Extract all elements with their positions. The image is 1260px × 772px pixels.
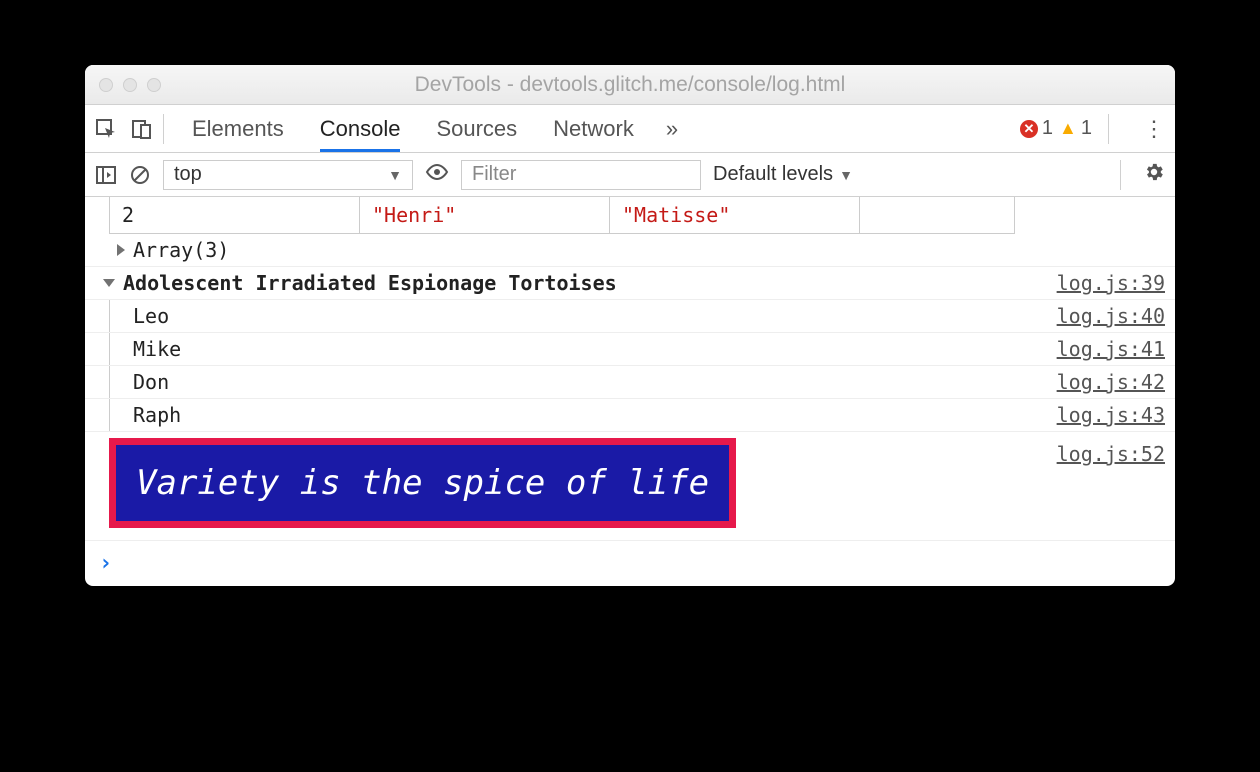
source-link[interactable]: log.js:52: [1057, 442, 1165, 466]
settings-menu-icon[interactable]: ⋮: [1143, 116, 1165, 142]
devtools-tabbar: Elements Console Sources Network » ✕ 1 ▲…: [85, 105, 1175, 153]
expand-arrow-icon[interactable]: [117, 244, 125, 256]
devtools-window: DevTools - devtools.glitch.me/console/lo…: [85, 65, 1175, 586]
array-label: Array(3): [133, 238, 229, 262]
toolbar-left: [95, 118, 153, 140]
tab-network[interactable]: Network: [553, 116, 634, 142]
group-title: Adolescent Irradiated Espionage Tortoise…: [123, 271, 617, 295]
more-tabs-icon[interactable]: »: [666, 116, 678, 142]
collapse-arrow-icon[interactable]: [103, 279, 115, 287]
live-expression-icon[interactable]: [425, 163, 449, 187]
divider: [1108, 114, 1109, 144]
console-output: 2 "Henri" "Matisse" Array(3) Adolescent …: [85, 197, 1175, 586]
toggle-sidebar-icon[interactable]: [95, 164, 117, 186]
divider: [163, 114, 164, 144]
console-table-row: 2 "Henri" "Matisse": [109, 197, 1015, 234]
console-prompt[interactable]: ›: [85, 541, 1175, 586]
traffic-lights: [99, 78, 161, 92]
source-link[interactable]: log.js:40: [1057, 304, 1165, 328]
tabbar-right: ✕ 1 ▲ 1 ⋮: [1020, 114, 1165, 144]
filter-input[interactable]: [461, 160, 701, 190]
console-log-line: Raph log.js:43: [85, 399, 1175, 432]
close-window-button[interactable]: [99, 78, 113, 92]
error-count-value: 1: [1042, 117, 1053, 140]
titlebar: DevTools - devtools.glitch.me/console/lo…: [85, 65, 1175, 105]
inspect-element-icon[interactable]: [95, 118, 117, 140]
source-link[interactable]: log.js:43: [1057, 403, 1165, 427]
source-link[interactable]: log.js:39: [1057, 271, 1165, 295]
minimize-window-button[interactable]: [123, 78, 137, 92]
console-log-line: Leo log.js:40: [85, 300, 1175, 333]
divider: [1120, 160, 1121, 190]
error-icon: ✕: [1020, 120, 1038, 138]
console-toolbar: top ▼ Default levels ▼: [85, 153, 1175, 197]
styled-log-line: Variety is the spice of life log.js:52: [85, 432, 1175, 541]
chevron-down-icon: ▼: [839, 167, 853, 183]
table-cell-first: "Henri": [360, 197, 610, 233]
tab-sources[interactable]: Sources: [436, 116, 517, 142]
console-group-header[interactable]: Adolescent Irradiated Espionage Tortoise…: [85, 266, 1175, 300]
warning-count-value: 1: [1081, 117, 1092, 140]
chevron-down-icon: ▼: [388, 167, 402, 183]
toggle-device-icon[interactable]: [131, 118, 153, 140]
log-text: Mike: [133, 337, 181, 361]
console-log-line: Mike log.js:41: [85, 333, 1175, 366]
source-link[interactable]: log.js:42: [1057, 370, 1165, 394]
window-title: DevTools - devtools.glitch.me/console/lo…: [85, 73, 1175, 97]
source-link[interactable]: log.js:41: [1057, 337, 1165, 361]
zoom-window-button[interactable]: [147, 78, 161, 92]
levels-label: Default levels: [713, 163, 833, 186]
log-text: Don: [133, 370, 169, 394]
log-levels-select[interactable]: Default levels ▼: [713, 163, 853, 186]
console-settings-icon[interactable]: [1143, 161, 1165, 189]
warning-icon: ▲: [1059, 118, 1077, 139]
warning-count[interactable]: ▲ 1: [1059, 117, 1092, 140]
table-cell-empty: [860, 197, 1014, 233]
console-log-line: Don log.js:42: [85, 366, 1175, 399]
tab-elements[interactable]: Elements: [192, 116, 284, 142]
clear-console-icon[interactable]: [129, 164, 151, 186]
error-count[interactable]: ✕ 1: [1020, 117, 1053, 140]
log-text: Leo: [133, 304, 169, 328]
table-cell-last: "Matisse": [610, 197, 860, 233]
table-cell-index: 2: [110, 197, 360, 233]
styled-log-text: Variety is the spice of life: [109, 438, 736, 528]
tab-console[interactable]: Console: [320, 116, 401, 142]
log-text: Raph: [133, 403, 181, 427]
array-summary[interactable]: Array(3): [85, 234, 1175, 266]
context-value: top: [174, 163, 202, 186]
execution-context-select[interactable]: top ▼: [163, 160, 413, 190]
prompt-caret-icon: ›: [99, 551, 112, 576]
